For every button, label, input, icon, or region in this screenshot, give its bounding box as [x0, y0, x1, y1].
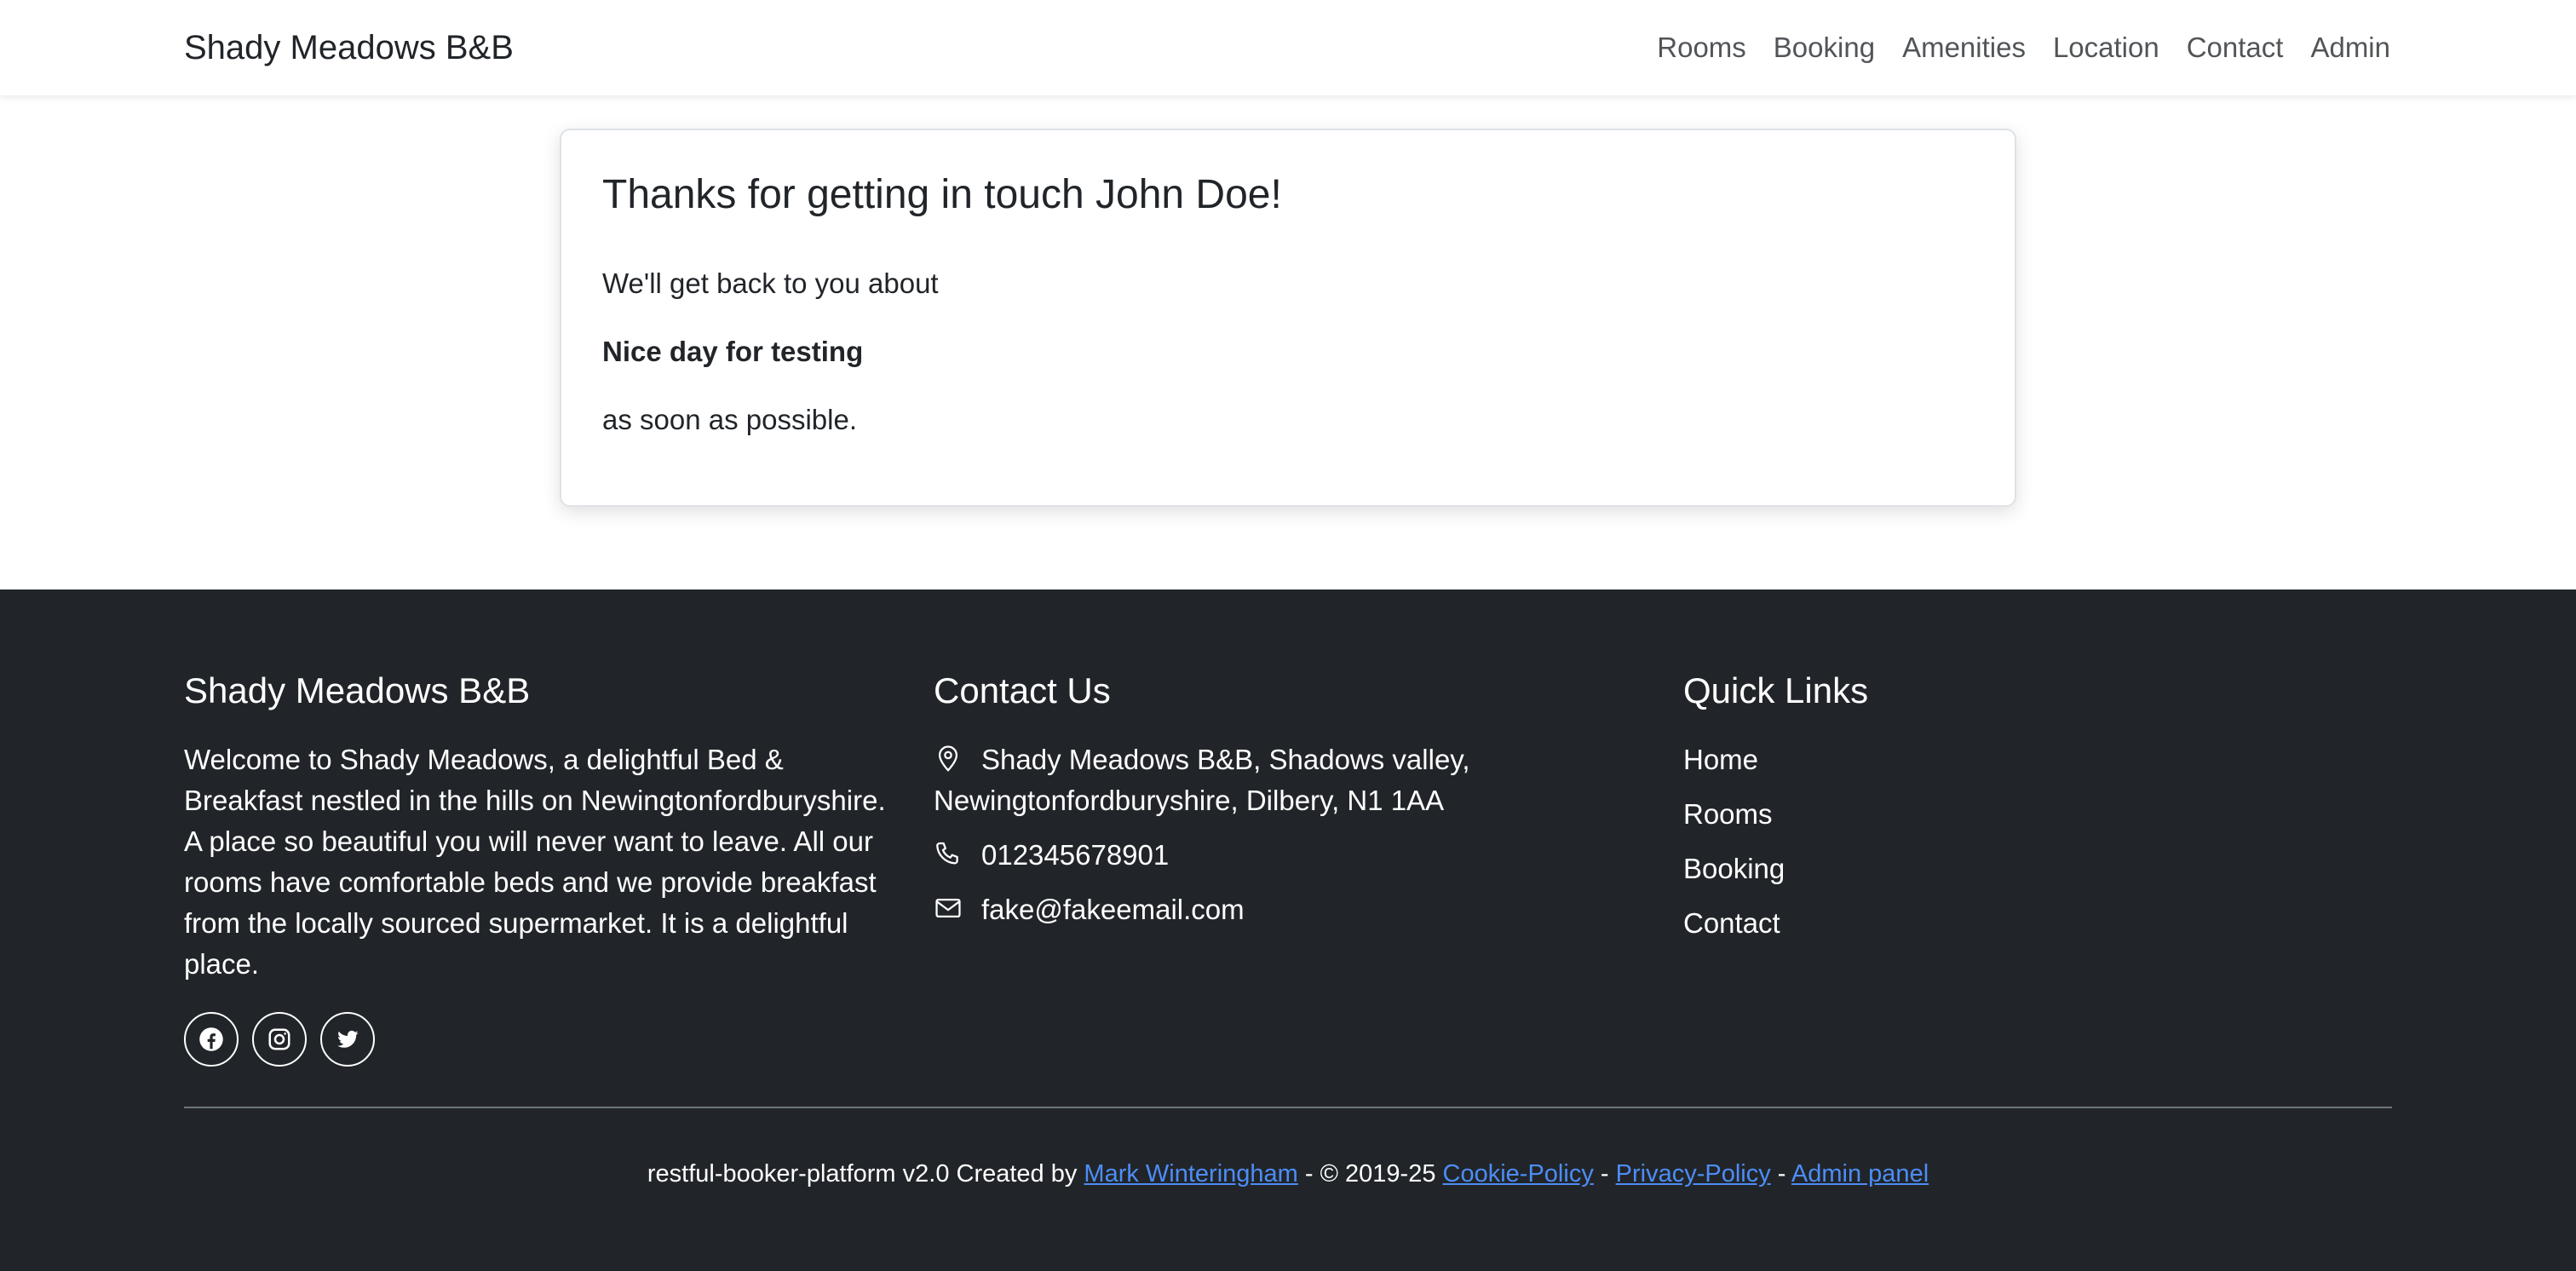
- copyright-separator: -: [1600, 1160, 1609, 1188]
- footer-phone-text: 012345678901: [981, 839, 1170, 871]
- twitter-icon[interactable]: [320, 1012, 375, 1067]
- footer-phone: 012345678901: [934, 835, 1169, 876]
- confirmation-title: Thanks for getting in touch John Doe!: [602, 172, 1282, 217]
- confirmation-intro: We'll get back to you about: [602, 267, 939, 299]
- confirmation-subject: Nice day for testing: [602, 336, 864, 367]
- author-link[interactable]: Mark Winteringham: [1084, 1160, 1297, 1188]
- envelope-icon: [934, 893, 963, 922]
- brand-link[interactable]: Shady Meadows B&B: [184, 26, 514, 70]
- footer-email-text: fake@fakeemail.com: [981, 894, 1245, 925]
- copyright-years: - © 2019-25: [1304, 1160, 1436, 1188]
- footer-quicklinks-heading: Quick Links: [1683, 670, 1869, 710]
- top-navbar: Shady Meadows B&B Rooms Booking Amenitie…: [0, 0, 2576, 95]
- footer-contact-heading: Contact Us: [934, 670, 1111, 710]
- site-footer: Shady Meadows B&B Welcome to Shady Meado…: [0, 589, 2576, 1271]
- footer-address-text: Shady Meadows B&B, Shadows valley, Newin…: [934, 744, 1470, 816]
- nav-links: Rooms Booking Amenities Location Contact…: [1643, 26, 2390, 70]
- location-pin-icon: [934, 743, 963, 772]
- quick-link-rooms[interactable]: Rooms: [1683, 794, 1773, 835]
- nav-link-amenities[interactable]: Amenities: [1889, 26, 2039, 70]
- footer-copyright: restful-booker-platform v2.0 Created by …: [0, 1154, 2576, 1193]
- quick-link-booking[interactable]: Booking: [1683, 848, 1785, 889]
- footer-divider: [184, 1107, 2392, 1108]
- facebook-icon[interactable]: [184, 1012, 239, 1067]
- nav-link-rooms[interactable]: Rooms: [1643, 26, 1760, 70]
- privacy-policy-link[interactable]: Privacy-Policy: [1616, 1160, 1771, 1188]
- phone-icon: [934, 838, 963, 867]
- nav-link-booking[interactable]: Booking: [1760, 26, 1889, 70]
- admin-panel-link[interactable]: Admin panel: [1791, 1160, 1929, 1188]
- nav-link-contact[interactable]: Contact: [2173, 26, 2297, 70]
- footer-email: fake@fakeemail.com: [934, 889, 1245, 930]
- cookie-policy-link[interactable]: Cookie-Policy: [1443, 1160, 1594, 1188]
- instagram-icon[interactable]: [252, 1012, 307, 1067]
- nav-link-admin[interactable]: Admin: [2297, 26, 2390, 70]
- copyright-separator: -: [1777, 1160, 1786, 1188]
- footer-about-heading: Shady Meadows B&B: [184, 670, 531, 710]
- quick-link-home[interactable]: Home: [1683, 739, 1758, 780]
- nav-link-location[interactable]: Location: [2039, 26, 2173, 70]
- contact-confirmation-card: Thanks for getting in touch John Doe! We…: [560, 129, 2016, 507]
- confirmation-outro: as soon as possible.: [602, 404, 858, 435]
- copyright-prefix: restful-booker-platform v2.0 Created by: [647, 1160, 1078, 1188]
- footer-about-text: Welcome to Shady Meadows, a delightful B…: [184, 744, 886, 980]
- quick-link-contact[interactable]: Contact: [1683, 903, 1780, 944]
- footer-address: Shady Meadows B&B, Shadows valley, Newin…: [934, 739, 1530, 821]
